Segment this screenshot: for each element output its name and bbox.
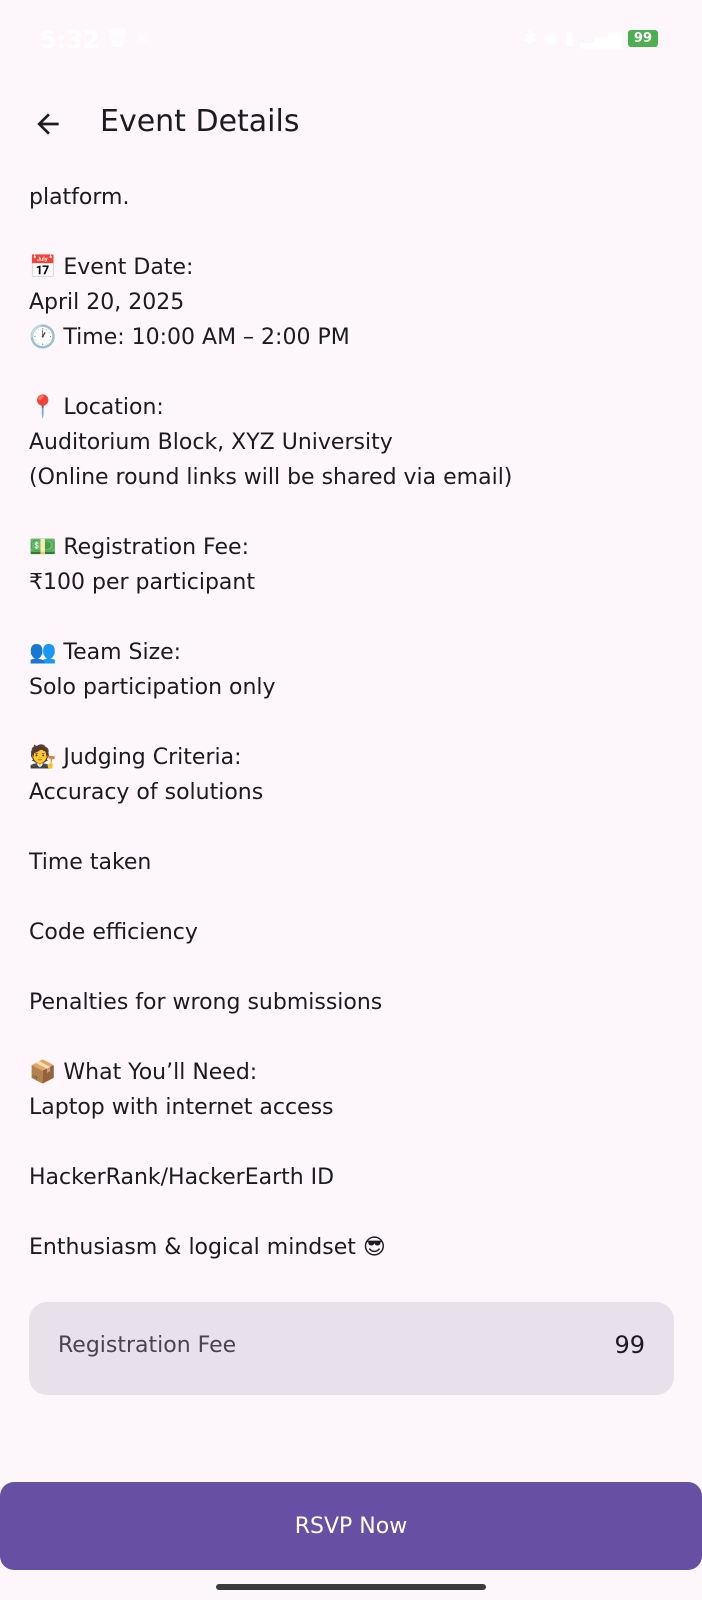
notification-icons: 🗑 ✳ [106, 28, 150, 49]
description-line: 📍 Location: [29, 395, 164, 420]
description-line: 🕐 Time: 10:00 AM – 2:00 PM [29, 325, 350, 350]
event-description: platform. 📅 Event Date: April 20, 2025 🕐 Ti… [29, 180, 673, 1265]
description-line: Enthusiasm & logical mindset 😎 [29, 1235, 386, 1260]
description-line: (Online round links will be shared via e… [29, 465, 513, 490]
description-line: Time taken [29, 850, 152, 875]
description-line: 🧑‍⚖️ Judging Criteria: [29, 745, 242, 770]
status-bar: 5:32 🗑 ✳ ✱ ◉ ▮ ▂▄▆ 99 [0, 0, 702, 80]
rsvp-button-label: RSVP Now [294, 1513, 408, 1539]
rsvp-button[interactable]: RSVP Now [0, 1482, 702, 1570]
description-line: Accuracy of solutions [29, 780, 264, 805]
description-line: platform. [29, 185, 130, 210]
status-time: 5:32 [40, 26, 100, 54]
page-title: Event Details [100, 104, 300, 139]
system-icons: ✱ ◉ ▮ ▂▄▆ 99 [523, 28, 658, 49]
description-line: 💵 Registration Fee: [29, 535, 249, 560]
back-button[interactable] [24, 100, 72, 148]
description-line: 📅 Event Date: [29, 255, 194, 280]
description-line: HackerRank/HackerEarth ID [29, 1165, 335, 1190]
description-line: ₹100 per participant [29, 570, 255, 595]
description-line: Solo participation only [29, 675, 276, 700]
description-line: Code efficiency [29, 920, 198, 945]
description-line: Laptop with internet access [29, 1095, 334, 1120]
registration-fee-label: Registration Fee [58, 1333, 237, 1358]
app-bar: Event Details [0, 88, 702, 160]
home-indicator[interactable] [216, 1584, 486, 1590]
battery-icon: 99 [627, 30, 658, 47]
description-line: 📦 What You’ll Need: [29, 1060, 258, 1085]
description-line: Penalties for wrong submissions [29, 990, 383, 1015]
registration-fee-value: 99 [614, 1331, 645, 1359]
registration-fee-card: Registration Fee 99 [29, 1302, 674, 1395]
description-line: 👥 Team Size: [29, 640, 182, 665]
description-line: Auditorium Block, XYZ University [29, 430, 393, 455]
arrow-left-icon [37, 113, 59, 135]
description-line: April 20, 2025 [29, 290, 185, 315]
connectivity-icons: ✱ ◉ ▮ ▂▄▆ [522, 28, 622, 49]
